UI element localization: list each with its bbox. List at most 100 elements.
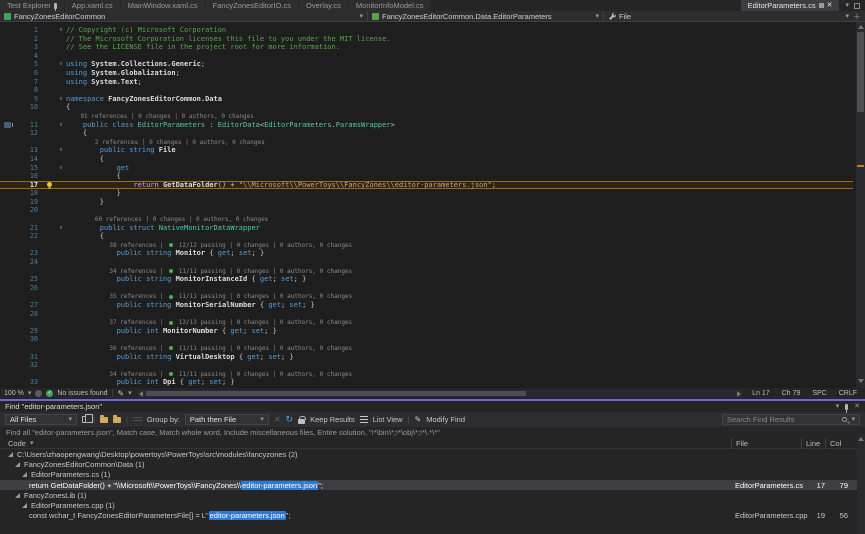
feedback-icon[interactable]	[35, 390, 42, 397]
code-line[interactable]: 17 return GetDataFolder() + "\\Microsoft…	[0, 181, 853, 190]
codelens-text[interactable]: 38 references | 12/12 passing | 0 change…	[66, 242, 352, 249]
codelens-text[interactable]: 35 references | 11/11 passing | 0 change…	[66, 293, 352, 300]
keep-open-icon[interactable]	[819, 3, 824, 8]
scroll-left-icon[interactable]	[139, 391, 143, 397]
health-status[interactable]: No issues found	[57, 390, 107, 397]
code-line[interactable]: 13∨ public string File	[0, 146, 853, 155]
code-line[interactable]: 26	[0, 284, 853, 293]
refresh-icon[interactable]: ↻	[286, 415, 294, 424]
scroll-up-icon[interactable]	[858, 25, 864, 29]
eol-indicator[interactable]: CRLF	[835, 390, 861, 397]
column-line[interactable]: Line	[801, 438, 825, 449]
scope-dropdown[interactable]: All Files ▾	[5, 414, 77, 425]
space-indicator[interactable]: SPC	[808, 390, 830, 397]
collapse-all-icon[interactable]	[113, 417, 121, 423]
code-line[interactable]: 32	[0, 361, 853, 370]
codelens-row[interactable]: 37 references | 13/13 passing | 0 change…	[0, 318, 853, 327]
result-group-row[interactable]: FancyZonesLib (1)	[0, 490, 865, 500]
codelens-text[interactable]: 37 references | 13/13 passing | 0 change…	[66, 319, 352, 326]
code-line[interactable]: 8	[0, 86, 853, 95]
fold-arrow-icon[interactable]: ∨	[56, 224, 66, 233]
code-line[interactable]: 22 {	[0, 232, 853, 241]
preview-toggle-icon[interactable]	[133, 416, 142, 423]
code-line[interactable]: 5∨using System.Collections.Generic;	[0, 60, 853, 69]
result-group-row[interactable]: FancyZonesEditorCommon\Data (1)	[0, 459, 865, 469]
zoom-level[interactable]: 100 %	[4, 390, 24, 397]
code-line[interactable]: 7using System.Text;	[0, 78, 853, 87]
group-by-dropdown[interactable]: Path then File ▾	[185, 414, 269, 425]
code-line[interactable]: 28	[0, 310, 853, 319]
lock-icon[interactable]	[298, 419, 305, 424]
window-position-icon[interactable]: ▾	[836, 403, 840, 410]
result-group-row[interactable]: EditorParameters.cpp (1)	[0, 500, 865, 510]
pin-icon[interactable]	[845, 404, 848, 410]
horizontal-scrollbar[interactable]	[138, 390, 742, 397]
code-line[interactable]: 1∨// Copyright (c) Microsoft Corporation	[0, 26, 853, 35]
modify-find-label[interactable]: Modify Find	[426, 415, 465, 424]
expand-all-icon[interactable]	[100, 417, 108, 423]
result-group-row[interactable]: EditorParameters.cs (1)	[0, 470, 865, 480]
code-line[interactable]: 25 public string MonitorInstanceId { get…	[0, 275, 853, 284]
keep-results-label[interactable]: Keep Results	[310, 415, 355, 424]
close-icon[interactable]: ✕	[854, 403, 860, 410]
tree-expand-icon[interactable]	[15, 493, 20, 498]
float-window-icon[interactable]	[854, 3, 860, 9]
code-line[interactable]: 6using System.Globalization;	[0, 69, 853, 78]
copy-icon[interactable]	[82, 416, 88, 423]
code-line[interactable]: 12 {	[0, 129, 853, 138]
code-line[interactable]: 18 }	[0, 189, 853, 198]
scroll-down-icon[interactable]	[858, 379, 864, 383]
zoom-dropdown-icon[interactable]: ▾	[28, 390, 32, 397]
results-scrollbar[interactable]	[857, 434, 865, 534]
code-line[interactable]: 30	[0, 335, 853, 344]
scroll-right-icon[interactable]	[737, 391, 741, 397]
codelens-row[interactable]: 35 references | 11/11 passing | 0 change…	[0, 292, 853, 301]
code-line[interactable]: 15∨ get	[0, 164, 853, 173]
code-line[interactable]: 16 {	[0, 172, 853, 181]
split-editor-icon[interactable]: ＋	[853, 11, 861, 22]
code-line[interactable]: 10{	[0, 103, 853, 112]
editor-vertical-scrollbar[interactable]	[856, 22, 865, 388]
result-group-row[interactable]: C:\Users\zhaopengwang\Desktop\powertoys\…	[0, 449, 865, 459]
scrollbar-thumb[interactable]	[146, 391, 526, 396]
pin-icon[interactable]	[54, 3, 57, 9]
line-indicator[interactable]: Ln 17	[748, 390, 774, 397]
code-line[interactable]: 3// See the LICENSE file in the project …	[0, 43, 853, 52]
list-view-icon[interactable]	[360, 416, 368, 423]
codelens-row[interactable]: 36 references | 11/11 passing | 0 change…	[0, 344, 853, 353]
lightbulb-icon[interactable]	[47, 182, 52, 187]
list-view-label[interactable]: List View	[373, 415, 403, 424]
column-file[interactable]: File	[731, 438, 801, 449]
codelens-row[interactable]: 34 references | 11/11 passing | 0 change…	[0, 267, 853, 276]
codelens-row[interactable]: 2 references | 0 changes | 0 authors, 0 …	[0, 138, 853, 147]
codelens-row[interactable]: 91 references | 0 changes | 0 authors, 0…	[0, 112, 853, 121]
codelens-row[interactable]: 60 references | 0 changes | 0 authors, 0…	[0, 215, 853, 224]
code-line[interactable]: 31 public string VirtualDesktop { get; s…	[0, 353, 853, 362]
codelens-text[interactable]: 60 references | 0 changes | 0 authors, 0…	[66, 216, 268, 223]
chevron-down-icon[interactable]: ▾	[128, 390, 132, 397]
codelens-text[interactable]: 91 references | 0 changes | 0 authors, 0…	[66, 113, 254, 120]
scrollbar-thumb[interactable]	[857, 32, 864, 112]
code-line[interactable]: 27 public string MonitorSerialNumber { g…	[0, 301, 853, 310]
member-dropdown[interactable]: File	[604, 11, 841, 21]
tree-expand-icon[interactable]	[22, 472, 27, 477]
find-panel-titlebar[interactable]: Find "editor-parameters.json" ▾ ✕	[0, 401, 865, 412]
type-dropdown[interactable]: FancyZonesEditorCommon.Data.EditorParame…	[368, 11, 604, 21]
code-editor[interactable]: 1∨// Copyright (c) Microsoft Corporation…	[0, 22, 865, 388]
tab-mainwindow-xaml-cs[interactable]: MainWindow.xaml.cs	[121, 0, 205, 11]
column-col[interactable]: Col	[825, 438, 849, 449]
char-indicator[interactable]: Ch 79	[778, 390, 805, 397]
active-files-dropdown-icon[interactable]: ▾	[845, 2, 849, 9]
fold-arrow-icon[interactable]: ∨	[56, 164, 66, 173]
fold-arrow-icon[interactable]: ∨	[56, 60, 66, 69]
code-line[interactable]: 9∨namespace FancyZonesEditorCommon.Data	[0, 95, 853, 104]
tree-expand-icon[interactable]	[15, 462, 20, 467]
fold-arrow-icon[interactable]: ∨	[56, 121, 66, 130]
codelens-row[interactable]: 38 references | 12/12 passing | 0 change…	[0, 241, 853, 250]
code-line[interactable]: 29 public int MonitorNumber { get; set; …	[0, 327, 853, 336]
tab-test-explorer[interactable]: Test Explorer	[0, 0, 64, 11]
code-line[interactable]: 14 {	[0, 155, 853, 164]
tab-monitorinfomodel-cs[interactable]: MonitorInfoModel.cs	[349, 0, 431, 11]
codelens-text[interactable]: 34 references | 11/11 passing | 0 change…	[66, 268, 352, 275]
project-dropdown[interactable]: FancyZonesEditorCommon ▾	[0, 11, 368, 21]
